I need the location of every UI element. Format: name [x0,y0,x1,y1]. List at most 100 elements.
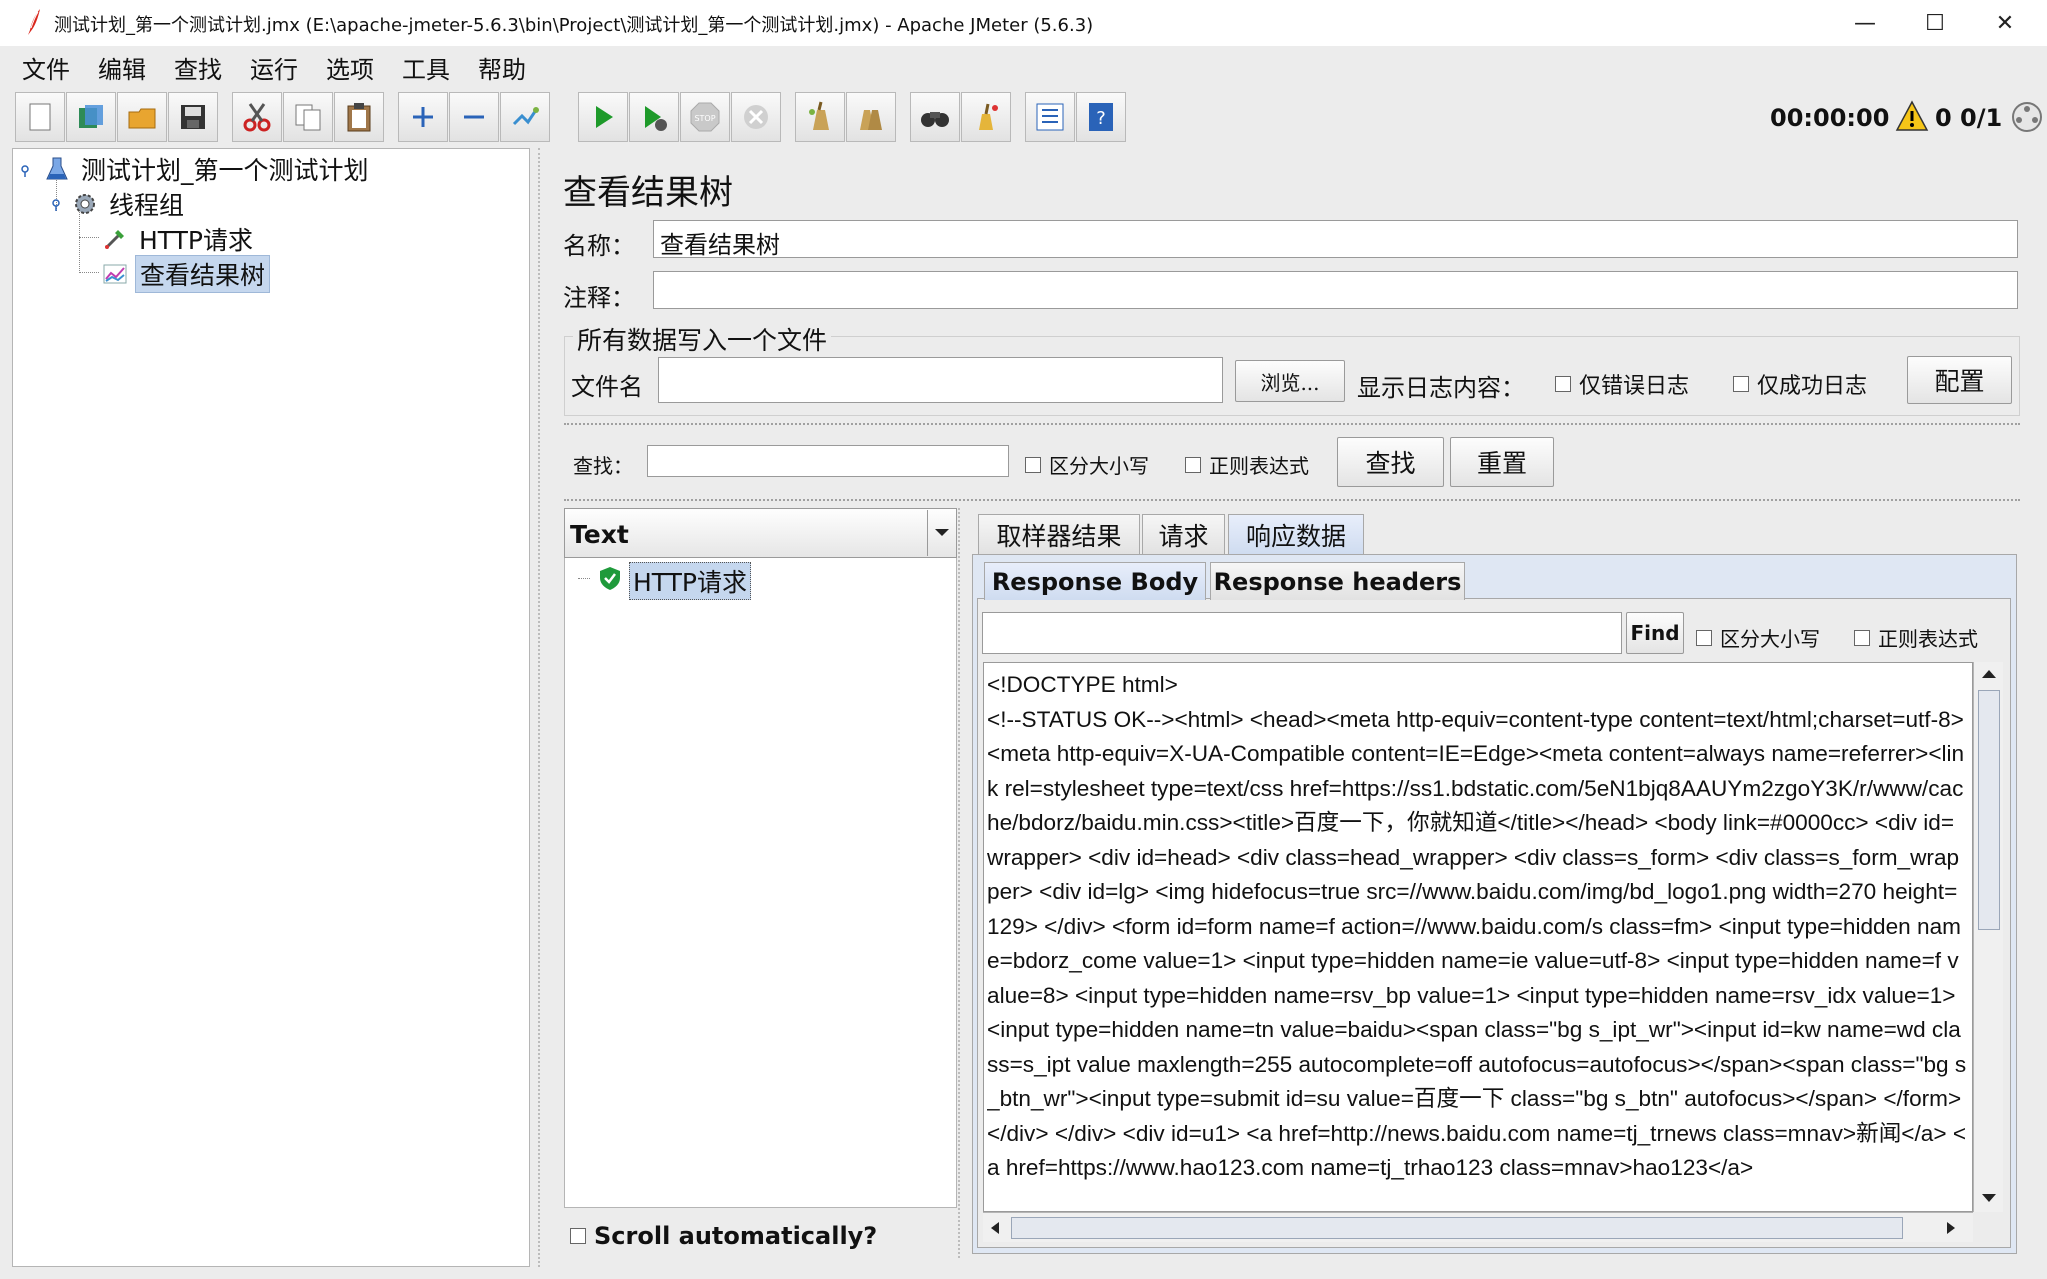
search-label: 查找： [573,454,633,478]
menu-help[interactable]: 帮助 [466,50,538,85]
remote-status-icon [2012,102,2042,132]
checkbox-box[interactable] [1555,376,1571,392]
chevron-down-icon [934,529,949,536]
result-item-http-request[interactable]: HTTP请求 [629,562,751,600]
results-splitter[interactable] [958,508,968,1258]
errors-only-checkbox[interactable]: 仅错误日志 [1555,368,1689,400]
find-field[interactable] [982,612,1622,654]
search-regex-checkbox[interactable]: 正则表达式 [1185,450,1309,479]
scroll-left-icon[interactable] [989,1220,1001,1236]
vertical-scrollbar[interactable] [1973,662,2003,1212]
clear-button[interactable] [795,92,845,142]
templates-button[interactable] [66,92,116,142]
new-icon [29,103,51,131]
success-only-label: 仅成功日志 [1757,374,1868,399]
scroll-automatically-checkbox[interactable]: Scroll automatically? [570,1222,877,1250]
tree-item-label: 查看结果树 [135,255,271,293]
menu-run[interactable]: 运行 [238,50,310,85]
tree-item-label: HTTP请求 [139,226,253,255]
menu-options[interactable]: 选项 [314,50,386,85]
toggle-button[interactable] [500,92,550,142]
copy-button[interactable] [283,92,333,142]
close-icon: ✕ [1995,10,2015,36]
paste-button[interactable] [334,92,384,142]
scroll-thumb[interactable] [1011,1217,1903,1239]
comment-field[interactable] [653,271,2018,309]
function-helper-button[interactable] [1025,92,1075,142]
scroll-down-icon[interactable] [1980,1192,1998,1204]
find-regex-checkbox[interactable]: 正则表达式 [1854,623,1978,652]
browse-button[interactable]: 浏览... [1235,360,1345,402]
start-button[interactable] [578,92,628,142]
tab-response-headers[interactable]: Response headers [1210,562,1465,600]
search-case-checkbox[interactable]: 区分大小写 [1025,450,1149,479]
scroll-thumb[interactable] [1978,690,2000,930]
tree-item-view-results-tree[interactable]: 查看结果树 [101,255,271,293]
menu-tools[interactable]: 工具 [390,50,462,85]
cut-icon [243,103,271,132]
menu-file[interactable]: 文件 [10,50,82,85]
success-only-checkbox[interactable]: 仅成功日志 [1733,368,1867,400]
minimize-button[interactable]: — [1830,0,1900,46]
checkbox-box[interactable] [1733,376,1749,392]
test-plan-tree: 测试计划_第一个测试计划 线程组 HTTP请求 查看结果树 [12,148,530,1267]
tree-item-thread-group[interactable]: 线程组 [71,188,188,220]
tree-connector [578,578,590,579]
close-button[interactable]: ✕ [1970,0,2040,46]
find-case-checkbox[interactable]: 区分大小写 [1696,623,1820,652]
tree-item-http-request[interactable]: HTTP请求 [101,223,257,255]
new-button[interactable] [15,92,65,142]
clear-all-button[interactable] [846,92,896,142]
menu-search[interactable]: 查找 [162,50,234,85]
configure-button[interactable]: 配置 [1907,356,2012,404]
reset-search-button[interactable] [961,92,1011,142]
menu-edit[interactable]: 编辑 [86,50,158,85]
maximize-button[interactable]: ☐ [1900,0,1970,46]
clear-all-icon [860,110,882,130]
filename-field[interactable] [658,357,1223,403]
http-sampler-icon [101,225,129,253]
tree-item-test-plan[interactable]: 测试计划_第一个测试计划 [43,153,373,185]
collapse-icon [464,115,484,119]
collapse-button[interactable] [449,92,499,142]
find-button[interactable]: Find [1626,612,1684,654]
checkbox-box[interactable] [1185,456,1201,473]
checkbox-box[interactable] [1696,629,1712,646]
stop-button[interactable]: STOP [680,92,730,142]
expand-button[interactable] [398,92,448,142]
tab-response-data[interactable]: 响应数据 [1228,514,1364,554]
help-button[interactable]: ? [1076,92,1126,142]
search-button[interactable]: 查找 [1337,437,1444,487]
shutdown-button[interactable] [731,92,781,142]
tab-request[interactable]: 请求 [1142,514,1225,554]
save-icon [181,105,205,129]
name-field[interactable]: 查看结果树 [653,220,2018,259]
menu-bar: 文件 编辑 查找 运行 选项 工具 帮助 [10,46,2037,88]
help-icon: ? [1089,103,1113,131]
checkbox-box[interactable] [1025,456,1041,473]
window-title: 测试计划_第一个测试计划.jmx (E:\apache-jmeter-5.6.3… [54,15,1094,36]
checkbox-box[interactable] [1854,629,1870,646]
start-no-pauses-button[interactable] [629,92,679,142]
response-body-text[interactable]: <!DOCTYPE html> <!--STATUS OK--><html> <… [987,668,1969,1212]
warning-icon[interactable] [1895,100,1929,132]
tab-response-body[interactable]: Response Body [984,562,1206,600]
reset-button[interactable]: 重置 [1450,437,1554,487]
panel-splitter[interactable] [532,148,546,1267]
expand-toggle-icon[interactable] [19,165,31,177]
elapsed-timer: 00:00:00 [1770,104,1890,132]
search-field[interactable] [647,445,1009,477]
scroll-right-icon[interactable] [1945,1220,1957,1236]
templates-icon [79,105,103,128]
expand-icon [413,107,433,127]
expand-toggle-icon[interactable] [50,199,62,211]
tab-sampler-result[interactable]: 取样器结果 [978,514,1140,554]
horizontal-scrollbar[interactable] [983,1212,1973,1242]
dropdown-arrow[interactable] [927,510,955,556]
scroll-up-icon[interactable] [1980,668,1998,680]
open-button[interactable] [117,92,167,142]
cut-button[interactable] [232,92,282,142]
search-button[interactable] [910,92,960,142]
checkbox-box[interactable] [570,1228,586,1244]
save-button[interactable] [168,92,218,142]
